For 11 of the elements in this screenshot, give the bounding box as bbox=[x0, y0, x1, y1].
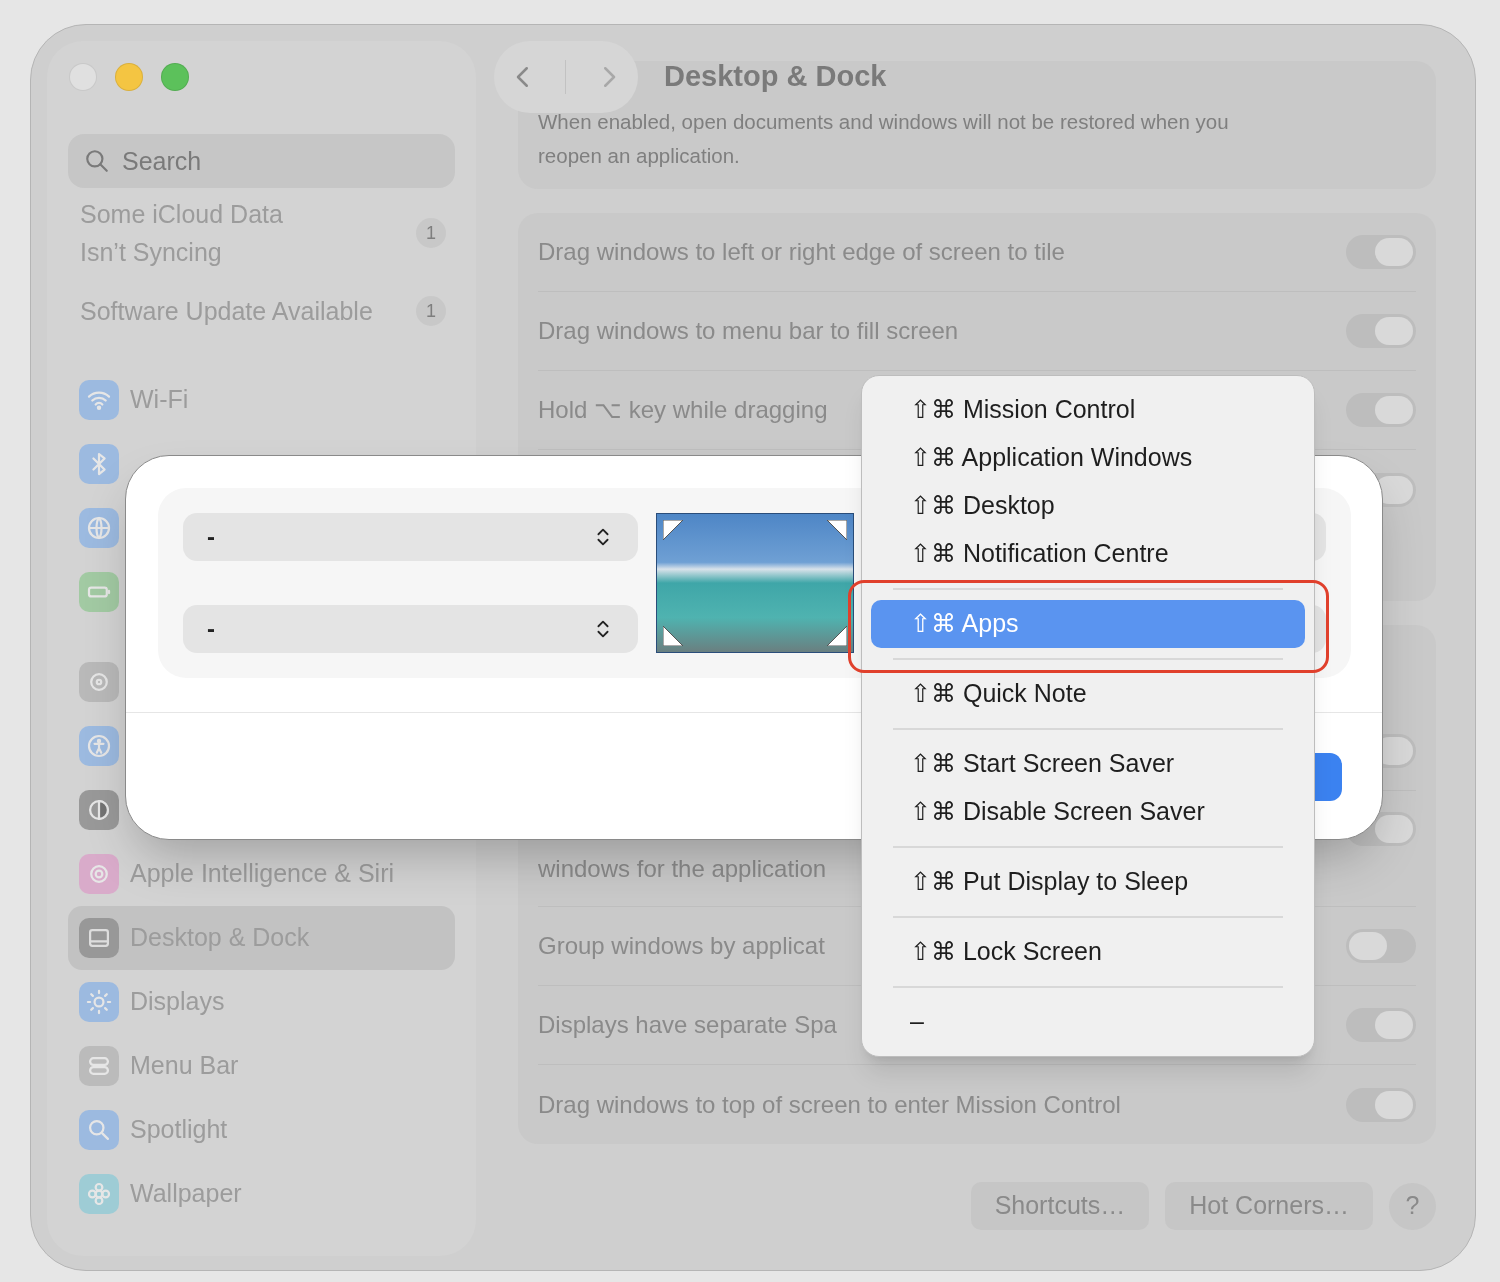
setting-label: windows for the application bbox=[538, 854, 827, 884]
count-badge: 1 bbox=[416, 296, 446, 326]
setting-label: Hold ⌥ key while dragging bbox=[538, 395, 828, 425]
description-text: When enabled, open documents and windows will not be restored when you reopen an application. bbox=[538, 109, 1230, 169]
count-badge: 1 bbox=[416, 218, 446, 248]
setting-label: Group windows by applicat bbox=[538, 931, 825, 961]
setting-label: Drag windows to top of screen to enter Mission Control bbox=[538, 1089, 1121, 1120]
window-title: Desktop & Dock bbox=[664, 59, 887, 95]
setting-label: Drag windows to menu bar to fill screen bbox=[538, 316, 959, 346]
setting-label: Drag windows to left or right edge of screen to tile bbox=[538, 237, 1065, 267]
setting-label: Displays have separate Spa bbox=[538, 1010, 837, 1040]
